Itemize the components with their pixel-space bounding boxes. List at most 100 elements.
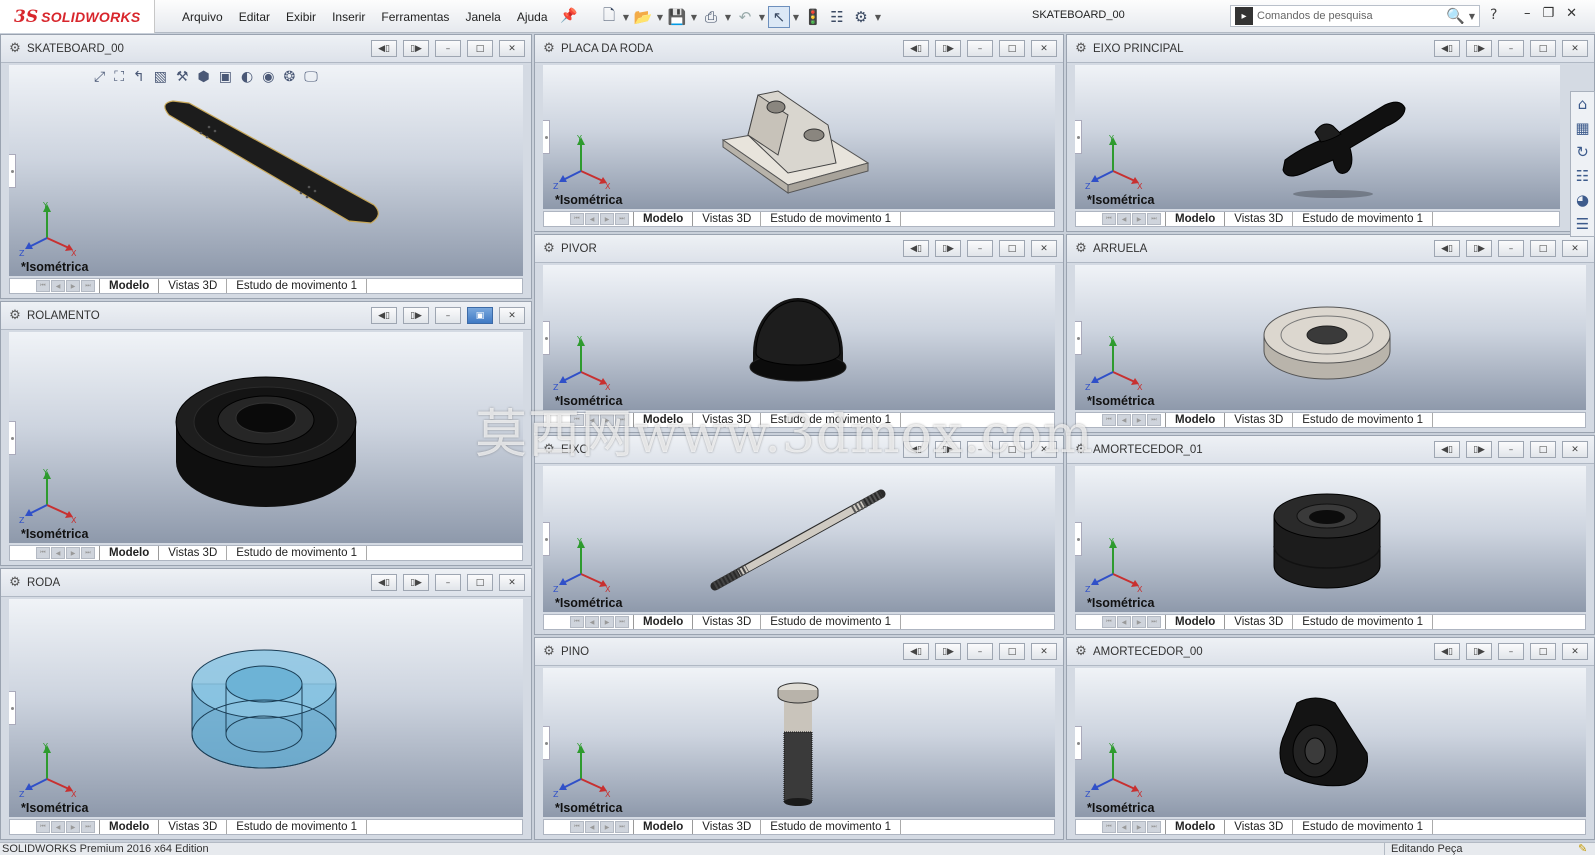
bearing-model[interactable]: [174, 362, 359, 512]
minimize-icon[interactable]: –: [435, 574, 461, 591]
last-tab-icon[interactable]: ⏭: [1147, 616, 1161, 628]
close-icon[interactable]: ✕: [1562, 240, 1588, 257]
search-icon[interactable]: 🔍: [1446, 7, 1465, 25]
previous-view-icon[interactable]: ↰: [133, 69, 145, 85]
next-tab-icon[interactable]: ▶: [1132, 414, 1146, 426]
last-tab-icon[interactable]: ⏭: [1147, 213, 1161, 225]
minimize-icon[interactable]: –: [1498, 643, 1524, 660]
last-tab-icon[interactable]: ⏭: [81, 821, 95, 833]
zoom-area-icon[interactable]: ⛶: [114, 69, 124, 85]
feature-tree-handle[interactable]: [9, 420, 16, 455]
last-tab-icon[interactable]: ⏭: [1147, 821, 1161, 833]
open-folder-icon[interactable]: 📂: [632, 6, 654, 28]
document-window-amortecedor-00[interactable]: ⚙ AMORTECEDOR_00 ◀▯ ▯▶ – □ ✕ Y X Z *Isom…: [1066, 637, 1595, 840]
pane-title-bar[interactable]: ⚙ SKATEBOARD_00 ◀▯ ▯▶ – □ ✕: [1, 35, 531, 63]
close-icon[interactable]: ✕: [1566, 6, 1577, 21]
tile-right-icon[interactable]: ▯▶: [403, 40, 429, 57]
chevron-down-icon[interactable]: ▼: [792, 13, 800, 22]
pin-icon[interactable]: 📌: [560, 8, 577, 24]
tab-estudo-movimento[interactable]: Estudo de movimento 1: [761, 820, 902, 834]
first-tab-icon[interactable]: ⏮: [36, 547, 50, 559]
prev-tab-icon[interactable]: ◀: [1117, 213, 1131, 225]
maximize-icon[interactable]: □: [1530, 441, 1556, 458]
menu-ferramentas[interactable]: Ferramentas: [373, 10, 457, 24]
document-window-arruela[interactable]: ⚙ ARRUELA ◀▯ ▯▶ – □ ✕ Y X Z *Isométrica …: [1066, 234, 1595, 433]
maximize-icon[interactable]: □: [999, 643, 1025, 660]
view-orientation-icon[interactable]: ⬢: [198, 69, 210, 85]
tab-estudo-movimento[interactable]: Estudo de movimento 1: [1293, 413, 1434, 427]
tab-modelo[interactable]: Modelo: [1165, 212, 1226, 226]
feature-tree-handle[interactable]: [543, 320, 550, 355]
pane-title-bar[interactable]: ⚙ AMORTECEDOR_01 ◀▯ ▯▶ – □ ✕: [1067, 436, 1594, 464]
command-search[interactable]: ▸ Comandos de pesquisa 🔍 ▼: [1230, 5, 1480, 27]
first-tab-icon[interactable]: ⏮: [570, 213, 584, 225]
graphics-viewport[interactable]: Y X Z *Isométrica: [9, 599, 523, 817]
document-window-rolamento[interactable]: ⚙ ROLAMENTO ◀▯ ▯▶ – ▣ ✕ Y X Z *Isométric…: [0, 301, 532, 566]
close-icon[interactable]: ✕: [499, 307, 525, 324]
chevron-down-icon[interactable]: ▼: [874, 13, 882, 22]
tile-left-icon[interactable]: ◀▯: [1434, 441, 1460, 458]
first-tab-icon[interactable]: ⏮: [1102, 414, 1116, 426]
print-icon[interactable]: ⎙: [700, 6, 722, 28]
tile-left-icon[interactable]: ◀▯: [1434, 643, 1460, 660]
close-icon[interactable]: ✕: [1562, 40, 1588, 57]
custom-properties-icon[interactable]: ☰: [1573, 215, 1593, 235]
skateboard-deck-model[interactable]: [149, 95, 389, 245]
document-window-amortecedor-01[interactable]: ⚙ AMORTECEDOR_01 ◀▯ ▯▶ – □ ✕ Y X Z *Isom…: [1066, 435, 1595, 635]
tab-vistas-3d[interactable]: Vistas 3D: [159, 279, 228, 293]
tab-modelo[interactable]: Modelo: [99, 546, 160, 560]
prev-tab-icon[interactable]: ◀: [585, 821, 599, 833]
chevron-down-icon[interactable]: ▼: [690, 13, 698, 22]
tab-modelo[interactable]: Modelo: [99, 279, 160, 293]
edit-appearance-icon[interactable]: ◉: [262, 69, 274, 85]
minimize-icon[interactable]: –: [967, 643, 993, 660]
tab-modelo[interactable]: Modelo: [633, 212, 694, 226]
chevron-down-icon[interactable]: ▼: [724, 13, 732, 22]
cone-bushing-model[interactable]: [1275, 693, 1375, 793]
tab-modelo[interactable]: Modelo: [1165, 820, 1226, 834]
tab-vistas-3d[interactable]: Vistas 3D: [1225, 820, 1294, 834]
hanger-model[interactable]: [1275, 90, 1415, 200]
graphics-viewport[interactable]: Y X Z *Isométrica: [1075, 65, 1560, 209]
help-icon[interactable]: ?: [1490, 7, 1497, 23]
wheel-model[interactable]: [189, 634, 339, 784]
tile-right-icon[interactable]: ▯▶: [1466, 40, 1492, 57]
pivot-cup-model[interactable]: [748, 295, 848, 395]
select-cursor-icon[interactable]: ↖: [768, 6, 790, 28]
tile-left-icon[interactable]: ◀▯: [903, 643, 929, 660]
tab-vistas-3d[interactable]: Vistas 3D: [1225, 413, 1294, 427]
minimize-icon[interactable]: –: [967, 240, 993, 257]
pane-title-bar[interactable]: ⚙ PLACA DA RODA ◀▯ ▯▶ – □ ✕: [535, 35, 1063, 63]
next-tab-icon[interactable]: ▶: [66, 280, 80, 292]
first-tab-icon[interactable]: ⏮: [36, 821, 50, 833]
tab-modelo[interactable]: Modelo: [633, 615, 694, 629]
tab-estudo-movimento[interactable]: Estudo de movimento 1: [761, 212, 902, 226]
minimize-icon[interactable]: –: [967, 40, 993, 57]
tile-left-icon[interactable]: ◀▯: [903, 40, 929, 57]
axle-model[interactable]: [703, 486, 893, 596]
tile-right-icon[interactable]: ▯▶: [1466, 240, 1492, 257]
options-gear-icon[interactable]: ⚙: [850, 6, 872, 28]
menu-inserir[interactable]: Inserir: [324, 10, 373, 24]
design-library-icon[interactable]: ▦: [1573, 119, 1593, 139]
prev-tab-icon[interactable]: ◀: [1117, 821, 1131, 833]
pane-title-bar[interactable]: ⚙ EIXO PRINCIPAL ◀▯ ▯▶ – □ ✕: [1067, 35, 1594, 63]
menu-exibir[interactable]: Exibir: [278, 10, 324, 24]
prev-tab-icon[interactable]: ◀: [51, 547, 65, 559]
document-window-roda[interactable]: ⚙ RODA ◀▯ ▯▶ – □ ✕ Y X Z *Isométrica ⏮ ◀…: [0, 568, 532, 840]
graphics-viewport[interactable]: Y X Z *Isométrica: [1075, 668, 1586, 817]
graphics-viewport[interactable]: Y X Z *Isométrica: [543, 265, 1055, 410]
tile-left-icon[interactable]: ◀▯: [1434, 40, 1460, 57]
next-tab-icon[interactable]: ▶: [600, 616, 614, 628]
dynamic-annotation-icon[interactable]: ⚒: [176, 69, 189, 85]
pane-title-bar[interactable]: ⚙ PINO ◀▯ ▯▶ – □ ✕: [535, 638, 1063, 666]
prev-tab-icon[interactable]: ◀: [1117, 414, 1131, 426]
tab-modelo[interactable]: Modelo: [1165, 615, 1226, 629]
notification-icon[interactable]: ✎: [1578, 842, 1587, 855]
pane-title-bar[interactable]: ⚙ ROLAMENTO ◀▯ ▯▶ – ▣ ✕: [1, 302, 531, 330]
tile-left-icon[interactable]: ◀▯: [371, 307, 397, 324]
minimize-icon[interactable]: –: [435, 307, 461, 324]
view-settings-icon[interactable]: 🖵: [304, 69, 318, 85]
prev-tab-icon[interactable]: ◀: [585, 213, 599, 225]
menu-editar[interactable]: Editar: [231, 10, 278, 24]
